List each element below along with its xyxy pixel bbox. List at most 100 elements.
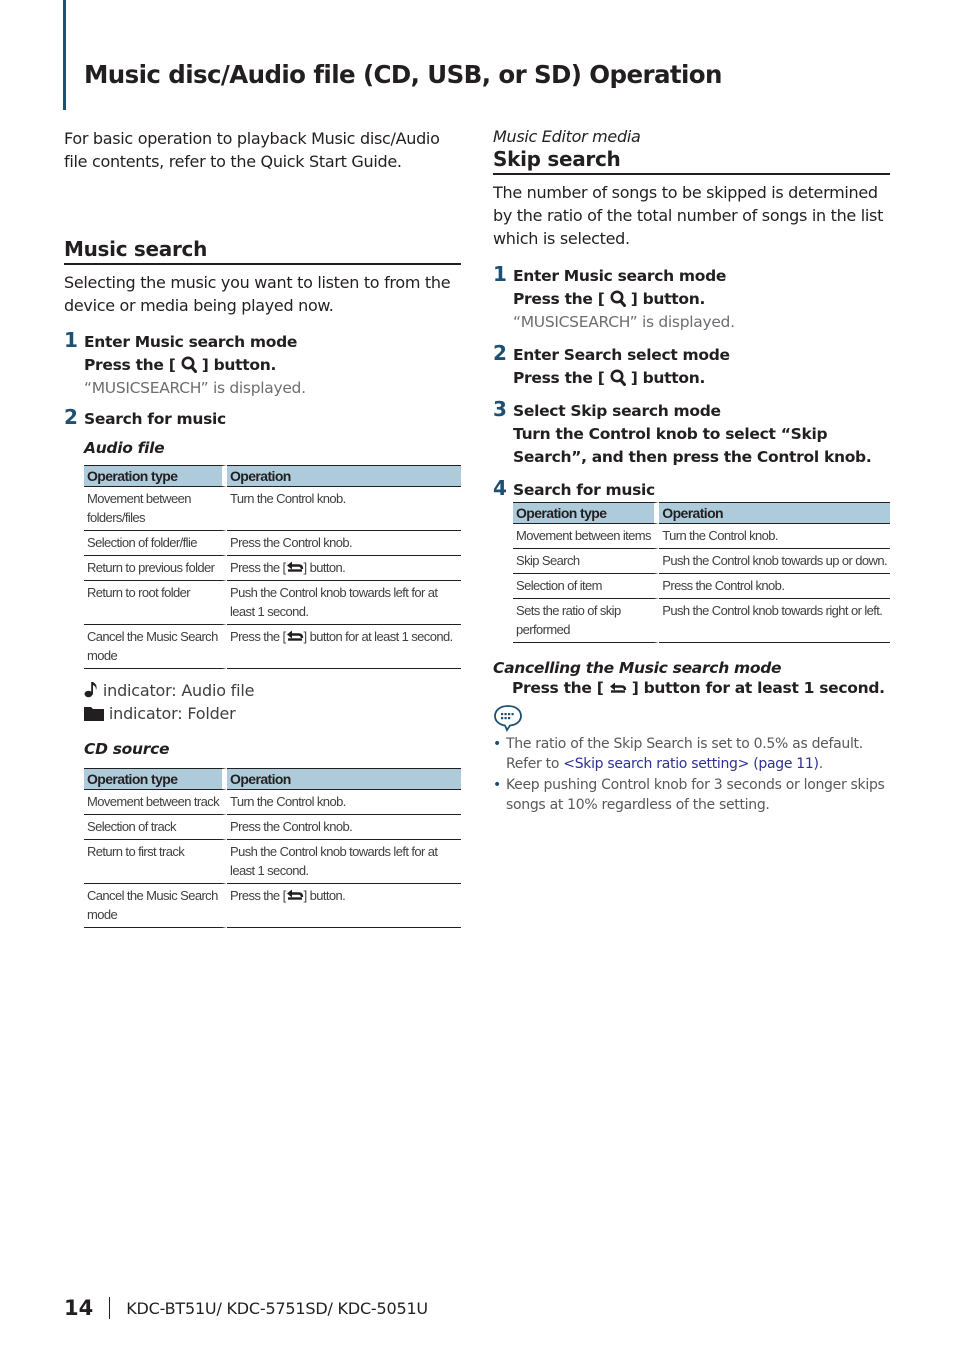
- step-number: 4: [493, 476, 507, 500]
- action-text-pre: Press the [: [513, 290, 605, 308]
- step-number: 1: [64, 328, 78, 352]
- skip-search-ratio-link[interactable]: <Skip search ratio setting> (page 11): [563, 756, 819, 772]
- table-row: Movement between track Turn the Control …: [84, 790, 461, 815]
- indicator-label: indicator: Folder: [108, 704, 236, 723]
- cell-op: Push the Control knob towards left for a…: [227, 840, 461, 884]
- cancel-action: Press the [ ] button for at least 1 seco…: [493, 677, 890, 700]
- action-text-pre: Press the [: [512, 679, 604, 697]
- model-names: KDC-BT51U/ KDC-5751SD/ KDC-5051U: [126, 1298, 428, 1318]
- back-icon: [609, 682, 627, 694]
- table-row: Cancel the Music Search mode Press the […: [84, 625, 461, 669]
- cell-type: Sets the ratio of skip performed: [513, 599, 660, 643]
- cell-type: Cancel the Music Search mode: [84, 884, 228, 928]
- search-icon: [610, 369, 626, 386]
- step-title: Search for music: [513, 481, 655, 499]
- cell-op: Press the [ ] button.: [227, 884, 461, 928]
- cell-op: Push the Control knob towards left for a…: [227, 581, 461, 625]
- skip-search-table: Operation type Operation Movement betwee…: [513, 502, 890, 643]
- left-column: For basic operation to playback Music di…: [64, 127, 461, 928]
- step-action: Press the [ ] button.: [84, 354, 461, 377]
- table-row: Return to root folder Push the Control k…: [84, 581, 461, 625]
- table-row: Skip Search Push the Control knob toward…: [513, 549, 890, 574]
- back-icon: [286, 630, 304, 642]
- cell-op: Turn the Control knob.: [659, 524, 890, 549]
- step-action: Press the [ ] button.: [513, 288, 890, 311]
- op-text-pre: Press the [: [230, 629, 286, 644]
- table-row: Movement between folders/files Turn the …: [84, 487, 461, 531]
- note-icon: [494, 705, 522, 732]
- action-text-pre: Press the [: [84, 356, 176, 374]
- indicator-legend: indicator: Audio file indicator: Folder: [84, 679, 461, 725]
- op-text-post: ] button.: [303, 560, 346, 575]
- action-text-post: ] button.: [630, 290, 706, 308]
- cell-type: Movement between track: [84, 790, 228, 815]
- cell-op: Push the Control knob towards up or down…: [659, 549, 890, 574]
- table-row: Movement between items Turn the Control …: [513, 524, 890, 549]
- step-action: Press the [ ] button.: [513, 367, 890, 390]
- step-2: 2 Search for music: [64, 405, 461, 431]
- skip-search-desc: The number of songs to be skipped is det…: [493, 183, 884, 248]
- cell-type: Return to first track: [84, 840, 228, 884]
- op-text-pre: Press the [: [230, 888, 286, 903]
- step-title: Enter Search select mode: [513, 346, 730, 364]
- cell-op: Press the [ ] button for at least 1 secon…: [227, 625, 461, 669]
- step-result: “MUSICSEARCH” is displayed.: [84, 379, 306, 397]
- action-text-post: ] button.: [201, 356, 277, 374]
- search-icon: [610, 290, 626, 307]
- step-title: Search for music: [84, 410, 226, 428]
- table-row: Selection of folder/flie Press the Contr…: [84, 531, 461, 556]
- cell-op: Press the Control knob.: [659, 574, 890, 599]
- right-column: Music Editor media Skip search The numbe…: [493, 127, 890, 816]
- step-title: Select Skip search mode: [513, 402, 721, 420]
- footer-divider: [109, 1297, 111, 1319]
- cell-type: Cancel the Music Search mode: [84, 625, 227, 669]
- step-number: 2: [64, 405, 78, 429]
- table-row: Sets the ratio of skip performed Push th…: [513, 599, 890, 643]
- step-4: 4 Search for music: [493, 476, 890, 502]
- skip-search-title: Skip search: [493, 147, 890, 175]
- cell-type: Skip Search: [513, 549, 660, 574]
- header-operation-type: Operation type: [84, 465, 227, 487]
- table-row: Selection of item Press the Control knob…: [513, 574, 890, 599]
- cancel-heading: Cancelling the Music search mode: [493, 659, 782, 677]
- action-text-pre: Press the [: [513, 369, 605, 387]
- step-number: 3: [493, 397, 507, 421]
- music-note-icon: [84, 682, 97, 698]
- music-search-title: Music search: [64, 237, 461, 265]
- cell-op: Press the [] button.: [227, 556, 461, 581]
- skip-table-block: Operation type Operation Movement betwee…: [493, 502, 890, 643]
- cell-type: Selection of item: [513, 574, 660, 599]
- title-accent-bar: [63, 0, 66, 110]
- action-text-post: ] button for at least 1 second.: [631, 679, 885, 697]
- note-text-after: .: [818, 756, 823, 772]
- indicator-label: indicator: Audio file: [102, 681, 255, 700]
- op-text-post: ] button for at least 1 second.: [303, 629, 454, 644]
- footer: 14 KDC-BT51U/ KDC-5751SD/ KDC-5051U: [64, 1296, 428, 1320]
- step-1: 1 Enter Music search mode Press the [ ] …: [64, 328, 461, 400]
- table-header-row: Operation type Operation: [84, 768, 461, 790]
- step-3: 3 Select Skip search mode Turn the Contr…: [493, 397, 890, 469]
- back-icon: [286, 561, 304, 573]
- search-icon: [181, 356, 197, 373]
- table-header-row: Operation type Operation: [84, 465, 461, 487]
- table-row: Return to first track Push the Control k…: [84, 840, 461, 884]
- note-text: Keep pushing Control knob for 3 seconds …: [506, 777, 885, 813]
- step-1: 1 Enter Music search mode Press the [ ] …: [493, 262, 890, 334]
- audio-file-table: Operation type Operation Movement betwee…: [84, 465, 461, 669]
- back-icon: [286, 889, 304, 901]
- notes-list: The ratio of the Skip Search is set to 0…: [493, 734, 890, 815]
- table-row: Selection of track Press the Control kno…: [84, 815, 461, 840]
- step-title: Enter Music search mode: [84, 333, 298, 351]
- folder-icon: [84, 707, 104, 721]
- cd-source-table: Operation type Operation Movement betwee…: [84, 768, 461, 928]
- audio-file-heading: Audio file: [84, 439, 165, 457]
- step-title: Enter Music search mode: [513, 267, 727, 285]
- header-operation: Operation: [659, 502, 890, 524]
- step-number: 2: [493, 341, 507, 365]
- cell-type: Selection of track: [84, 815, 228, 840]
- op-text-post: ] button.: [303, 888, 346, 903]
- step-action: Turn the Control knob to select “Skip Se…: [513, 425, 872, 466]
- header-operation-type: Operation type: [84, 768, 228, 790]
- header-operation-type: Operation type: [513, 502, 660, 524]
- cell-op: Turn the Control knob.: [227, 487, 461, 531]
